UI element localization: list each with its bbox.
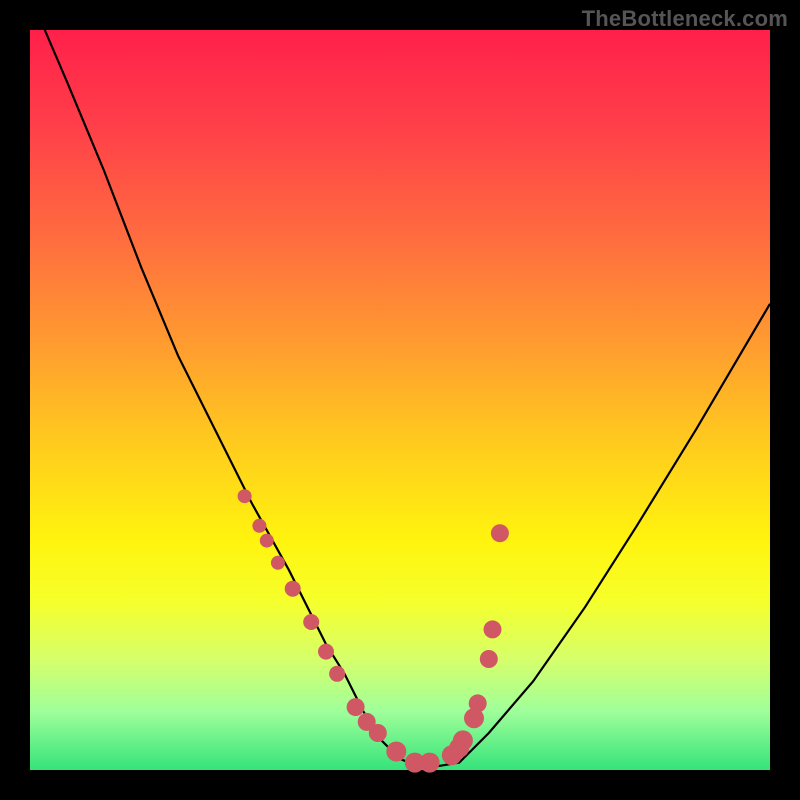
marker-point	[420, 753, 440, 773]
marker-point	[238, 489, 252, 503]
watermark-text: TheBottleneck.com	[582, 6, 788, 32]
marker-point	[252, 519, 266, 533]
chart-svg	[30, 30, 770, 770]
marker-point	[453, 730, 473, 750]
marker-point	[484, 620, 502, 638]
marker-point	[386, 742, 406, 762]
curve-line	[45, 30, 770, 766]
marker-point	[271, 556, 285, 570]
markers-group	[238, 489, 509, 772]
marker-point	[318, 644, 334, 660]
marker-point	[480, 650, 498, 668]
chart-frame: TheBottleneck.com	[0, 0, 800, 800]
marker-point	[329, 666, 345, 682]
marker-point	[347, 698, 365, 716]
plot-area	[30, 30, 770, 770]
marker-point	[369, 724, 387, 742]
marker-point	[260, 534, 274, 548]
marker-point	[303, 614, 319, 630]
marker-point	[285, 581, 301, 597]
marker-point	[491, 524, 509, 542]
marker-point	[469, 694, 487, 712]
